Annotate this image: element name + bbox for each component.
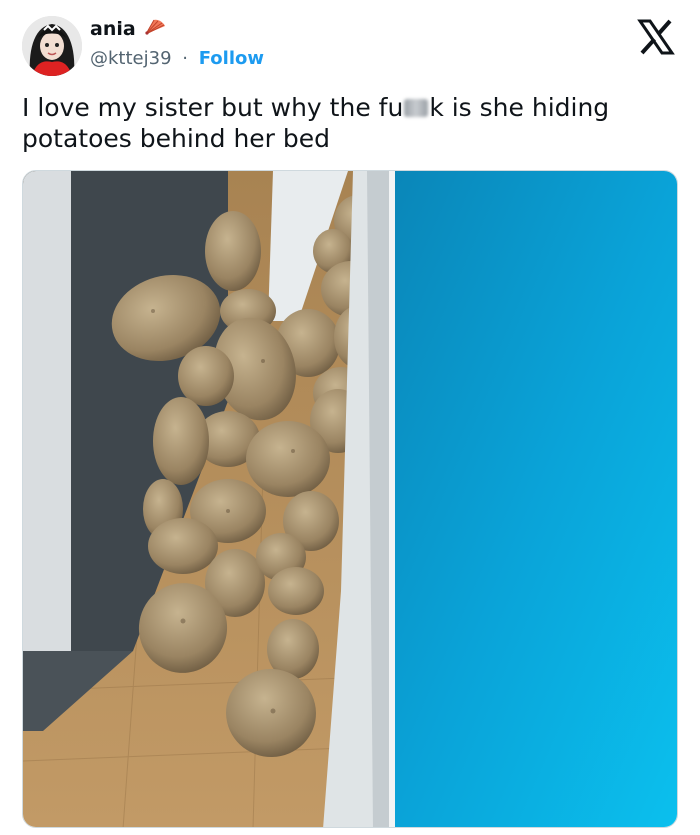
author-handle-row: @kttej39 · Follow — [90, 48, 264, 69]
follow-button[interactable]: Follow — [199, 48, 264, 69]
fan-emoji-icon — [144, 18, 166, 40]
tweet-text: I love my sister but why the fu k is she … — [22, 92, 672, 154]
author-name[interactable]: ania — [90, 18, 136, 40]
author-name-row: ania — [90, 18, 166, 40]
censor-blur — [404, 99, 429, 117]
author-avatar[interactable] — [22, 16, 82, 76]
tweet-photo[interactable] — [22, 170, 678, 828]
tweet-text-part1: I love my sister but why the fu — [22, 93, 404, 122]
separator-dot: · — [182, 48, 188, 69]
author-handle[interactable]: @kttej39 — [90, 48, 172, 69]
x-logo-icon[interactable] — [636, 17, 676, 57]
